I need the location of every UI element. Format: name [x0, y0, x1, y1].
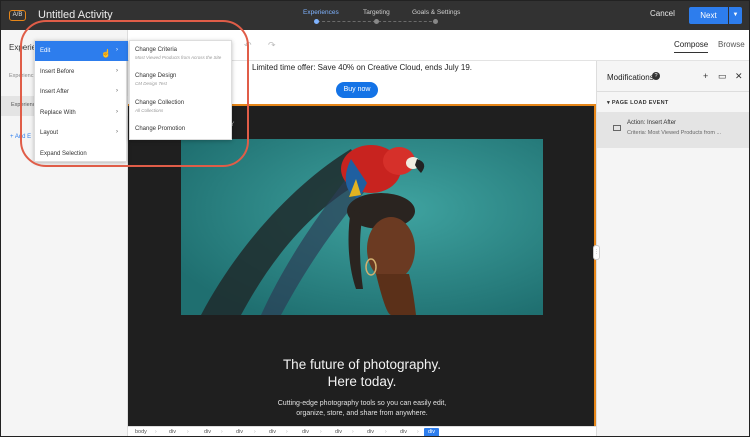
- next-dropdown-button[interactable]: ▼: [729, 7, 742, 24]
- modification-action: Action: Insert After: [627, 120, 677, 126]
- breadcrumb-item[interactable]: div: [236, 429, 243, 435]
- step-dot-experiences: [314, 19, 319, 24]
- next-button[interactable]: Next: [689, 7, 728, 24]
- breadcrumb-item-selected[interactable]: div: [424, 428, 440, 436]
- chevron-down-icon: ▼: [732, 12, 739, 18]
- hero-subheadline-line1: Cutting-edge photography tools so you ca…: [277, 400, 447, 407]
- breadcrumb-separator-icon: ›: [155, 429, 157, 435]
- hero-headline-line1: The future of photography.: [282, 357, 442, 372]
- breadcrumb-separator-icon: ›: [320, 429, 322, 435]
- cancel-button[interactable]: Cancel: [650, 9, 675, 18]
- panel-divider: [597, 91, 749, 92]
- annotation-highlight-ring: [20, 20, 249, 167]
- redo-icon[interactable]: ↷: [268, 40, 276, 51]
- hero-subheadline: Cutting-edge photography tools so you ca…: [128, 399, 596, 419]
- breadcrumb-item[interactable]: div: [269, 429, 276, 435]
- hero-illustration: [181, 139, 543, 315]
- page-load-event-label: PAGE LOAD EVENT: [611, 100, 669, 106]
- modification-criteria: Criteria: Most Viewed Products from ...: [627, 130, 722, 136]
- hero-image[interactable]: [181, 139, 543, 315]
- breadcrumb-item[interactable]: div: [400, 429, 407, 435]
- breadcrumb-item[interactable]: div: [302, 429, 309, 435]
- breadcrumb-separator-icon: ›: [352, 429, 354, 435]
- hero-headline-line2: Here today.: [327, 374, 397, 389]
- breadcrumb-separator-icon: ›: [385, 429, 387, 435]
- workflow-steps: Experiences Targeting Goals & Settings: [301, 9, 461, 25]
- ab-badge: A/B: [9, 10, 26, 21]
- step-goals-settings[interactable]: Goals & Settings: [412, 9, 460, 16]
- breadcrumb-item[interactable]: div: [335, 429, 342, 435]
- step-dot-targeting: [374, 19, 379, 24]
- breadcrumb-item[interactable]: body: [135, 429, 147, 435]
- page-load-event-header[interactable]: ▾ PAGE LOAD EVENT: [607, 100, 669, 106]
- modifications-title: Modifications: [607, 73, 654, 82]
- hero-subheadline-line2: organize, store, and share from anywhere…: [296, 410, 428, 417]
- modifications-panel: ⋮ Modifications ? + ▭ ✕ ▾ PAGE LOAD EVEN…: [593, 61, 749, 436]
- breadcrumb-separator-icon: ›: [187, 429, 189, 435]
- help-icon[interactable]: ?: [652, 72, 660, 80]
- breadcrumb-item[interactable]: div: [367, 429, 374, 435]
- breadcrumb-separator-icon: ›: [221, 429, 223, 435]
- hero-headline: The future of photography. Here today.: [128, 356, 596, 390]
- tab-compose[interactable]: Compose: [674, 40, 709, 53]
- view-toggle-icon[interactable]: ▭: [718, 71, 727, 82]
- panel-resize-handle[interactable]: ⋮: [593, 245, 600, 260]
- breadcrumb-separator-icon: ›: [417, 429, 419, 435]
- close-icon[interactable]: ✕: [735, 71, 743, 82]
- add-icon[interactable]: +: [703, 71, 708, 81]
- modification-type-icon: [613, 125, 621, 131]
- breadcrumb-item[interactable]: div: [204, 429, 211, 435]
- step-targeting[interactable]: Targeting: [363, 9, 390, 16]
- step-dot-goals: [433, 19, 438, 24]
- breadcrumb-separator-icon: ›: [254, 429, 256, 435]
- breadcrumb-item[interactable]: div: [169, 429, 176, 435]
- tab-browse[interactable]: Browse: [718, 40, 745, 49]
- element-breadcrumb: body › div › div › div › div › div › div…: [128, 426, 596, 436]
- step-experiences[interactable]: Experiences: [303, 9, 339, 16]
- breadcrumb-separator-icon: ›: [286, 429, 288, 435]
- modification-card[interactable]: Action: Insert After Criteria: Most View…: [597, 112, 749, 148]
- app-window: A/B Untitled Activity Experiences Target…: [0, 0, 750, 437]
- buy-now-button[interactable]: Buy now: [336, 82, 378, 98]
